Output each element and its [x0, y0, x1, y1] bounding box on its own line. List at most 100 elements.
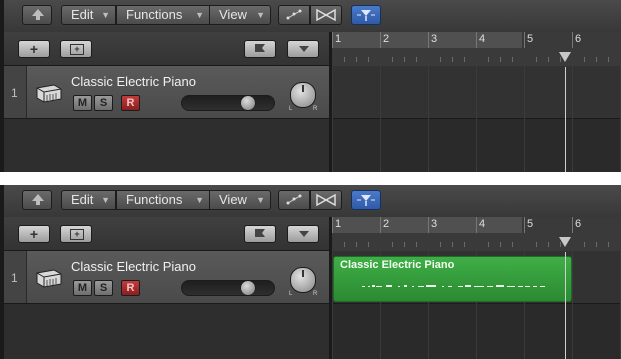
- functions-menu-button[interactable]: Functions ▼: [116, 5, 210, 25]
- global-tracks-button[interactable]: [244, 225, 276, 243]
- new-track-stack-button[interactable]: +: [60, 40, 92, 58]
- ruler-beat-tick: [440, 57, 441, 62]
- ruler-beat-tick: [548, 242, 549, 247]
- track-name[interactable]: Classic Electric Piano: [71, 259, 196, 274]
- view-menu-button[interactable]: View ▼: [209, 190, 271, 210]
- solo-button[interactable]: S: [94, 280, 113, 296]
- midi-region[interactable]: Classic Electric Piano: [333, 256, 572, 302]
- automation-button[interactable]: [278, 5, 310, 25]
- ruler-bar-number: 5: [527, 218, 534, 230]
- ruler-beat-tick: [416, 57, 417, 62]
- ruler-beat-tick: [464, 57, 465, 62]
- ruler-bar-line: [524, 32, 525, 48]
- bar-ruler[interactable]: 1 2 3 4 5 6: [332, 217, 621, 253]
- catch-playhead-button[interactable]: [351, 190, 381, 210]
- ruler-beat-tick: [356, 57, 357, 62]
- chevron-down-icon: ▼: [101, 195, 110, 205]
- track-name[interactable]: Classic Electric Piano: [71, 74, 196, 89]
- ruler-bar-line: [428, 217, 429, 233]
- ruler-beat-tick: [404, 242, 405, 247]
- playhead-handle[interactable]: [558, 52, 571, 62]
- track-list-empty-area[interactable]: [4, 304, 329, 359]
- track-header-bar: + +: [4, 217, 329, 251]
- catch-playhead-icon: [357, 195, 375, 206]
- playhead-handle[interactable]: [558, 237, 571, 247]
- ruler-bar-number: 1: [335, 33, 342, 45]
- mute-button[interactable]: M: [73, 95, 92, 111]
- cycle-area[interactable]: [332, 217, 522, 233]
- global-tracks-button[interactable]: [244, 40, 276, 58]
- ruler-bar-line: [476, 217, 477, 233]
- flag-icon: [255, 44, 265, 52]
- pan-knob[interactable]: [290, 267, 316, 293]
- ruler-bar-number: 6: [575, 218, 582, 230]
- ruler-bar-line: [572, 217, 573, 233]
- flex-button[interactable]: [310, 190, 342, 210]
- track-view-before: Edit ▼ Functions ▼ View ▼ + + 1 Classic …: [0, 0, 621, 172]
- add-box-icon: +: [70, 44, 84, 55]
- ruler-bar-line: [476, 32, 477, 48]
- track-number: 1: [11, 86, 18, 100]
- ruler-bar-line: [428, 32, 429, 48]
- volume-knob[interactable]: [241, 96, 256, 110]
- collapse-button[interactable]: [287, 40, 319, 58]
- collapse-button[interactable]: [287, 225, 319, 243]
- up-level-button[interactable]: [22, 190, 52, 210]
- ruler-bar-number: 4: [479, 33, 486, 45]
- track-list-empty-area[interactable]: [4, 119, 329, 172]
- ruler-bar-number: 6: [575, 33, 582, 45]
- grid-line: [524, 66, 525, 172]
- playhead-line: [564, 67, 566, 172]
- track-row[interactable]: 1 Classic Electric Piano M S R L R: [4, 66, 329, 119]
- add-track-button[interactable]: +: [18, 40, 50, 58]
- volume-slider[interactable]: [181, 280, 275, 296]
- ruler-bar-number: 3: [431, 33, 438, 45]
- catch-playhead-button[interactable]: [351, 5, 381, 25]
- ruler-beat-tick: [488, 57, 489, 62]
- record-enable-button[interactable]: R: [121, 280, 140, 296]
- midi-notes: [362, 285, 545, 287]
- ruler-beat-tick: [608, 242, 609, 247]
- volume-slider[interactable]: [181, 95, 275, 111]
- flag-icon: [255, 229, 265, 237]
- ruler-beat-tick: [584, 57, 585, 62]
- up-level-button[interactable]: [22, 5, 52, 25]
- ruler-beat-tick: [596, 242, 597, 247]
- ruler-beat-tick: [392, 57, 393, 62]
- functions-menu-label: Functions: [126, 7, 183, 22]
- solo-button[interactable]: S: [94, 95, 113, 111]
- edit-menu-label: Edit: [71, 192, 94, 207]
- piano-icon: [36, 269, 62, 288]
- ruler-bar-line: [380, 217, 381, 233]
- pan-knob[interactable]: [290, 82, 316, 108]
- ruler-bar-line: [380, 32, 381, 48]
- grid-line: [572, 66, 573, 172]
- pan-left-label: L: [289, 291, 293, 297]
- new-track-stack-button[interactable]: +: [60, 225, 92, 243]
- ruler-bar-number: 1: [335, 218, 342, 230]
- ruler-beat-tick: [404, 57, 405, 62]
- cycle-area[interactable]: [332, 32, 522, 48]
- edit-menu-button[interactable]: Edit ▼: [61, 5, 116, 25]
- ruler-bar-number: 4: [479, 218, 486, 230]
- ruler-bar-line: [332, 32, 333, 48]
- pan-right-label: R: [313, 106, 318, 112]
- mute-button[interactable]: M: [73, 280, 92, 296]
- functions-menu-button[interactable]: Functions ▼: [116, 190, 210, 210]
- view-menu-button[interactable]: View ▼: [209, 5, 271, 25]
- ruler-beat-tick: [344, 242, 345, 247]
- ruler-beat-tick: [452, 57, 453, 62]
- add-track-button[interactable]: +: [18, 225, 50, 243]
- record-enable-button[interactable]: R: [121, 95, 140, 111]
- pan-right-label: R: [313, 291, 318, 297]
- flex-button[interactable]: [310, 5, 342, 25]
- volume-knob[interactable]: [241, 281, 256, 295]
- automation-button[interactable]: [278, 190, 310, 210]
- ruler-bar-number: 2: [383, 33, 390, 45]
- track-row[interactable]: 1 Classic Electric Piano M S R L R: [4, 251, 329, 304]
- edit-menu-button[interactable]: Edit ▼: [61, 190, 116, 210]
- playhead-line: [564, 252, 566, 359]
- local-toolbar: Edit ▼ Functions ▼ View ▼: [4, 0, 621, 33]
- bar-ruler[interactable]: 1 2 3 4 5 6: [332, 32, 621, 68]
- flex-pitch-icon: [316, 193, 336, 207]
